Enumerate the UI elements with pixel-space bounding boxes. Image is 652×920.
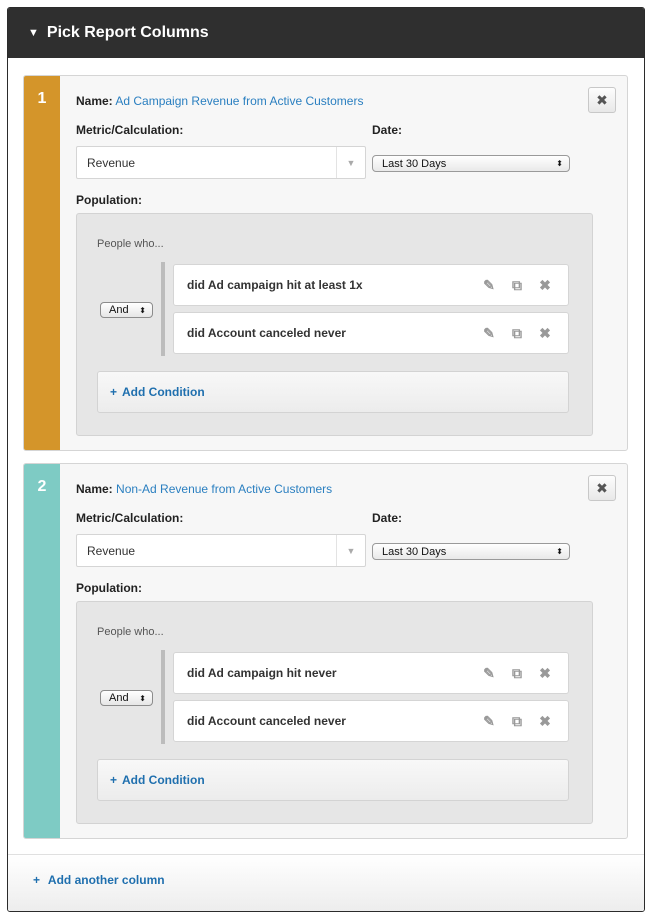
people-who-label: People who...: [97, 238, 164, 250]
logic-value: And: [109, 692, 129, 704]
condition-text: did Account canceled never: [187, 326, 346, 340]
date-select[interactable]: Last 30 Days ⬍: [372, 155, 570, 172]
column-number-badge: 1: [24, 76, 60, 450]
date-label: Date:: [372, 511, 403, 525]
report-column-2: 2 Name: Non-Ad Revenue from Active Custo…: [23, 463, 628, 839]
plus-icon: +: [33, 873, 41, 887]
logic-value: And: [109, 304, 129, 316]
copy-icon[interactable]: ⧉: [508, 665, 526, 682]
date-value: Last 30 Days: [382, 545, 447, 558]
name-label: Name:: [76, 94, 113, 108]
logic-select[interactable]: And ⬍: [100, 690, 153, 706]
condition-group-bar: [161, 650, 165, 744]
population-box: People who... And ⬍ did Ad campaign hit …: [76, 213, 593, 436]
panel-header[interactable]: ▼ Pick Report Columns: [8, 8, 644, 58]
edit-icon[interactable]: ✎: [480, 713, 498, 730]
date-value: Last 30 Days: [382, 157, 447, 170]
close-icon: ✖: [596, 479, 608, 496]
column-name-row: Name: Non-Ad Revenue from Active Custome…: [76, 482, 332, 496]
remove-column-button[interactable]: ✖: [588, 475, 616, 501]
report-column-1: 1 Name: Ad Campaign Revenue from Active …: [23, 75, 628, 451]
condition-text: did Ad campaign hit at least 1x: [187, 278, 363, 292]
edit-icon[interactable]: ✎: [480, 665, 498, 682]
column-number-badge: 2: [24, 464, 60, 838]
condition-group-bar: [161, 262, 165, 356]
date-label: Date:: [372, 123, 403, 137]
population-box: People who... And ⬍ did Ad campaign hit …: [76, 601, 593, 824]
population-label: Population:: [76, 581, 142, 595]
collapse-triangle-icon[interactable]: ▼: [28, 27, 39, 39]
delete-icon[interactable]: ✖: [536, 713, 554, 730]
metric-select[interactable]: Revenue ▼: [76, 146, 366, 179]
copy-icon[interactable]: ⧉: [508, 277, 526, 294]
column-name-row: Name: Ad Campaign Revenue from Active Cu…: [76, 94, 363, 108]
chevron-down-icon[interactable]: ▼: [336, 147, 365, 178]
metric-value: Revenue: [87, 155, 136, 170]
remove-column-button[interactable]: ✖: [588, 87, 616, 113]
logic-select[interactable]: And ⬍: [100, 302, 153, 318]
panel-footer: + Add another column: [8, 854, 644, 911]
chevron-down-icon[interactable]: ▼: [336, 535, 365, 566]
plus-icon: +: [110, 773, 118, 787]
condition-text: did Account canceled never: [187, 714, 346, 728]
name-label: Name:: [76, 482, 113, 496]
date-select[interactable]: Last 30 Days ⬍: [372, 543, 570, 560]
condition-row[interactable]: did Ad campaign hit at least 1x ✎ ⧉ ✖: [173, 264, 569, 306]
copy-icon[interactable]: ⧉: [508, 325, 526, 342]
close-icon: ✖: [596, 91, 608, 108]
condition-row[interactable]: did Account canceled never ✎ ⧉ ✖: [173, 312, 569, 354]
panel-title: Pick Report Columns: [46, 24, 209, 41]
delete-icon[interactable]: ✖: [536, 325, 554, 342]
column-name-link[interactable]: Ad Campaign Revenue from Active Customer…: [115, 94, 363, 108]
metric-select[interactable]: Revenue ▼: [76, 534, 366, 567]
copy-icon[interactable]: ⧉: [508, 713, 526, 730]
plus-icon: +: [110, 385, 118, 399]
edit-icon[interactable]: ✎: [480, 277, 498, 294]
delete-icon[interactable]: ✖: [536, 277, 554, 294]
metric-label: Metric/Calculation:: [76, 123, 184, 137]
add-condition-button[interactable]: + Add Condition: [97, 759, 569, 801]
add-condition-label: Add Condition: [122, 385, 205, 399]
add-condition-button[interactable]: + Add Condition: [97, 371, 569, 413]
updown-arrow-icon: ⬍: [556, 547, 563, 556]
people-who-label: People who...: [97, 626, 164, 638]
add-condition-label: Add Condition: [122, 773, 205, 787]
updown-arrow-icon: ⬍: [139, 693, 146, 703]
condition-row[interactable]: did Account canceled never ✎ ⧉ ✖: [173, 700, 569, 742]
column-name-link[interactable]: Non-Ad Revenue from Active Customers: [116, 482, 332, 496]
metric-value: Revenue: [87, 543, 136, 558]
metric-label: Metric/Calculation:: [76, 511, 184, 525]
report-columns-panel: ▼ Pick Report Columns 1 Name: Ad Campaig…: [7, 7, 645, 912]
condition-text: did Ad campaign hit never: [187, 666, 337, 680]
add-another-column-label: Add another column: [47, 873, 165, 887]
population-label: Population:: [76, 193, 142, 207]
delete-icon[interactable]: ✖: [536, 665, 554, 682]
add-another-column-link[interactable]: + Add another column: [33, 873, 165, 887]
condition-row[interactable]: did Ad campaign hit never ✎ ⧉ ✖: [173, 652, 569, 694]
updown-arrow-icon: ⬍: [556, 159, 563, 168]
edit-icon[interactable]: ✎: [480, 325, 498, 342]
updown-arrow-icon: ⬍: [139, 305, 146, 315]
